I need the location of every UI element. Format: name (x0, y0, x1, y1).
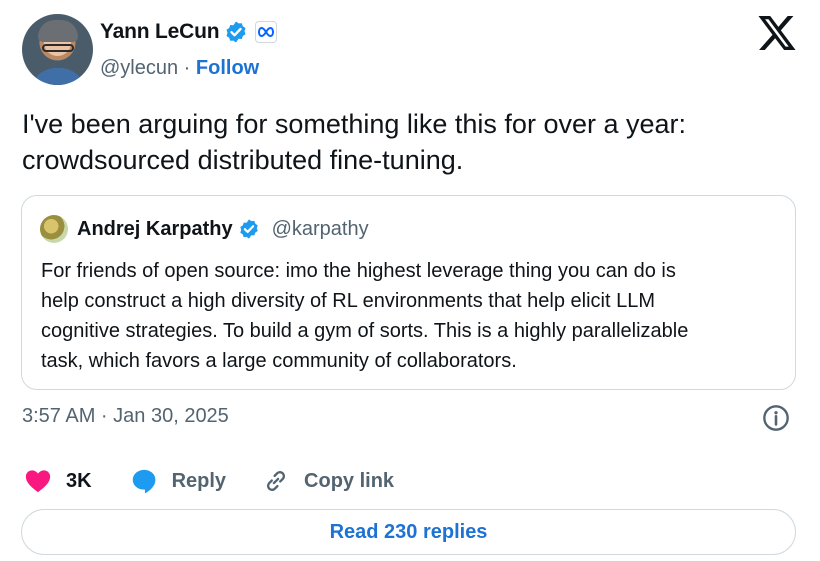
meta-logo-icon[interactable] (255, 21, 278, 43)
reply-button[interactable]: Reply (130, 467, 226, 495)
author-name-row: Yann LeCun (100, 20, 278, 44)
quoted-text-line: help construct a high diversity of RL en… (41, 290, 656, 312)
verified-badge-icon (239, 219, 258, 239)
author-handle-row: @ylecun · Follow (100, 57, 259, 80)
info-icon[interactable] (762, 404, 790, 432)
link-icon (267, 471, 286, 491)
copy-link-label: Copy link (304, 469, 395, 492)
read-replies-button[interactable]: Read 230 replies (21, 509, 796, 555)
quoted-tweet-text: For friends of open source: imo the high… (41, 256, 786, 376)
like-button[interactable]: 3K (24, 467, 92, 495)
quoted-author-handle[interactable]: @karpathy (272, 218, 369, 241)
avatar-hair (38, 20, 78, 42)
quoted-tweet-header: Andrej Karpathy @karpathy (40, 215, 369, 243)
verified-badge-icon (226, 21, 246, 43)
follow-button[interactable]: Follow (196, 57, 259, 79)
tweet-text: I've been arguing for something like thi… (22, 106, 802, 178)
reply-bubble-icon (132, 469, 156, 494)
tweet-actions: 3K Reply Copy link (24, 464, 394, 498)
author-display-name[interactable]: Yann LeCun (100, 20, 220, 44)
quoted-text-line: cognitive strategies. To build a gym of … (41, 320, 689, 342)
copy-link-button[interactable]: Copy link (262, 467, 394, 495)
quoted-author-name[interactable]: Andrej Karpathy (77, 218, 233, 241)
heart-icon (25, 470, 51, 493)
tweet-text-line: crowdsourced distributed fine-tuning. (22, 145, 464, 175)
like-count: 3K (66, 469, 92, 492)
quoted-author-avatar[interactable] (40, 215, 68, 243)
reply-label: Reply (171, 469, 227, 492)
tweet-timestamp[interactable]: 3:57 AM · Jan 30, 2025 (22, 405, 229, 428)
author-handle[interactable]: @ylecun (100, 57, 178, 79)
author-avatar[interactable] (22, 14, 93, 85)
handle-separator: · (178, 57, 196, 79)
quoted-text-line: For friends of open source: imo the high… (41, 260, 676, 282)
meta-infinity-icon (258, 27, 275, 37)
quoted-text-line: task, which favors a large community of … (41, 350, 517, 372)
tweet-text-line: I've been arguing for something like thi… (22, 109, 687, 139)
avatar-shirt (30, 68, 86, 85)
avatar-glasses (42, 44, 74, 52)
x-logo-icon[interactable] (758, 16, 796, 50)
quoted-tweet-card[interactable]: Andrej Karpathy @karpathy For friends of… (21, 195, 796, 390)
